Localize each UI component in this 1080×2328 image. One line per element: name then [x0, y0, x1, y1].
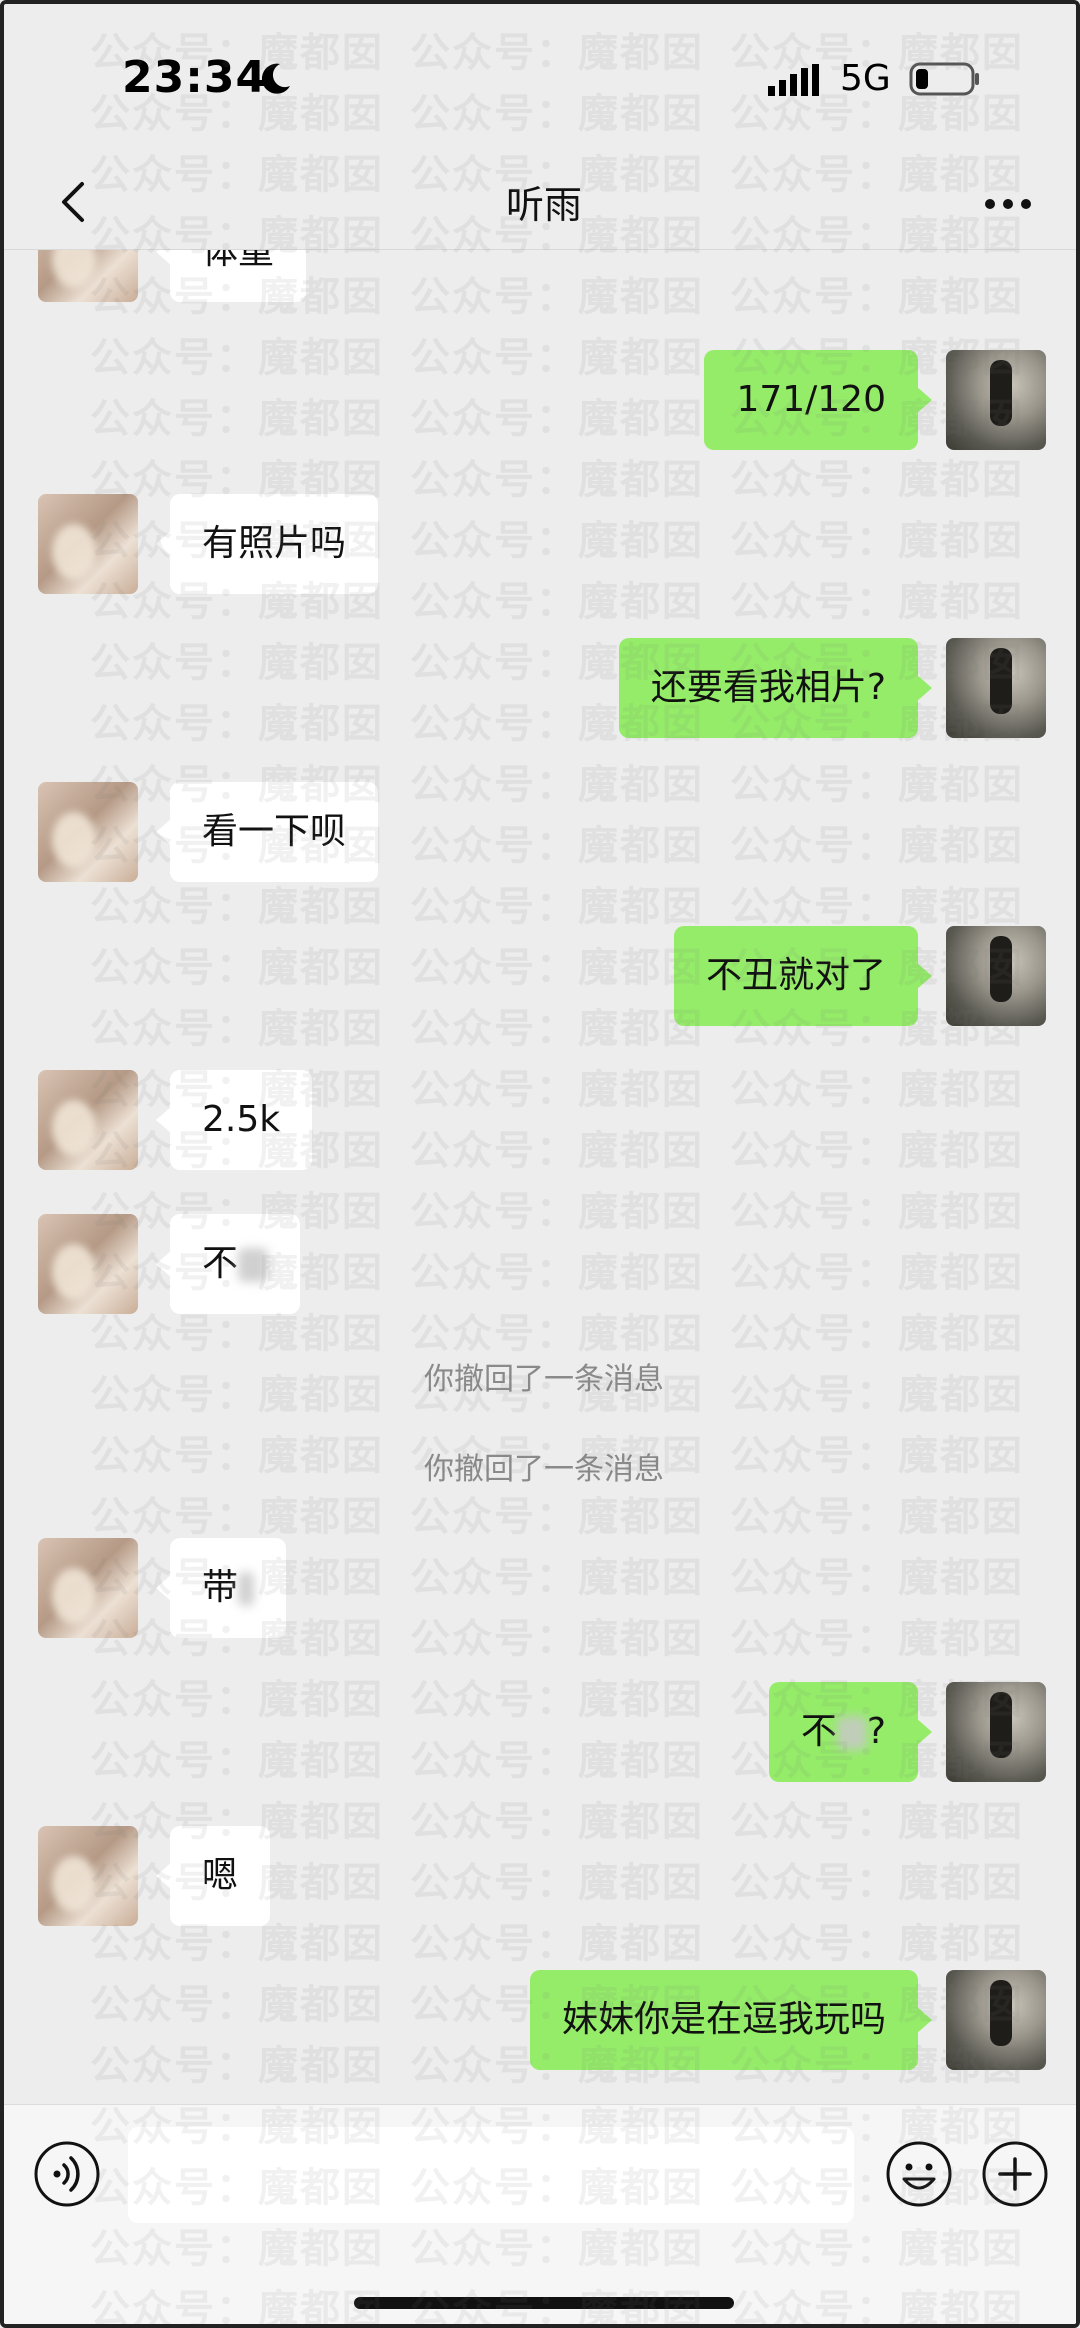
message-text: 有照片吗 [202, 523, 347, 564]
contact-avatar[interactable] [38, 494, 138, 594]
status-bar: 23:34 5G [4, 4, 1076, 154]
received-message-bubble[interactable]: 2.5k [155, 1070, 313, 1170]
received-message-bubble[interactable]: 有照片吗 [155, 494, 379, 594]
message-input[interactable] [128, 2127, 854, 2223]
chat-screen: 23:34 5G 听雨 体重 171/120 有照片吗 还要看我相片? 看一下呗… [0, 0, 1080, 2328]
battery-icon [909, 62, 979, 96]
status-time: 23:34 [122, 52, 268, 103]
voice-icon[interactable] [32, 2139, 102, 2209]
my-avatar[interactable] [946, 638, 1046, 738]
message-text: 妹妹你是在逗我玩吗 [561, 1999, 886, 2040]
message-list[interactable]: 体重 171/120 有照片吗 还要看我相片? 看一下呗 不丑就对了 2.5k … [4, 250, 1076, 2104]
sent-message-bubble[interactable]: 不? [768, 1682, 933, 1782]
sent-message-bubble[interactable]: 妹妹你是在逗我玩吗 [529, 1970, 933, 2070]
contact-avatar[interactable] [38, 250, 138, 302]
recall-notice: 你撤回了一条消息 [424, 1452, 664, 1487]
input-bar [4, 2104, 1076, 2324]
my-avatar[interactable] [946, 350, 1046, 450]
contact-avatar[interactable] [38, 1826, 138, 1926]
received-message-bubble[interactable]: 体重 [155, 250, 307, 302]
sent-message-bubble[interactable]: 不丑就对了 [673, 926, 933, 1026]
received-message-bubble[interactable]: 看一下呗 [155, 782, 379, 882]
contact-avatar[interactable] [38, 1214, 138, 1314]
network-label: 5G [840, 58, 891, 99]
message-text-suffix: ? [866, 1711, 886, 1752]
received-message-bubble[interactable]: 带 [155, 1538, 287, 1638]
received-message-bubble[interactable]: 不 [155, 1214, 301, 1314]
message-text: 体重 [202, 250, 275, 272]
plus-icon[interactable] [980, 2139, 1050, 2209]
contact-avatar[interactable] [38, 782, 138, 882]
message-text: 嗯 [202, 1855, 239, 1896]
sent-message-bubble[interactable]: 还要看我相片? [618, 638, 933, 738]
message-text: 带 [202, 1567, 239, 1608]
blurred-text [836, 1716, 867, 1750]
message-text: 不丑就对了 [705, 955, 886, 996]
message-text: 不 [800, 1711, 837, 1752]
received-message-bubble[interactable]: 嗯 [155, 1826, 271, 1926]
blurred-text [238, 1572, 255, 1606]
more-dots-icon[interactable] [976, 176, 1040, 232]
chat-title: 听雨 [505, 183, 582, 227]
home-indicator[interactable] [354, 2297, 734, 2309]
message-text: 看一下呗 [202, 811, 347, 852]
my-avatar[interactable] [946, 1970, 1046, 2070]
message-text: 2.5k [202, 1099, 281, 1140]
moon-icon [261, 63, 290, 94]
my-avatar[interactable] [946, 926, 1046, 1026]
recall-notice: 你撤回了一条消息 [424, 1362, 664, 1397]
emoji-icon[interactable] [884, 2139, 954, 2209]
contact-avatar[interactable] [38, 1070, 138, 1170]
message-text: 还要看我相片? [650, 667, 886, 708]
message-text: 不 [202, 1243, 239, 1284]
message-text: 171/120 [736, 379, 886, 420]
sent-message-bubble[interactable]: 171/120 [704, 350, 932, 450]
contact-avatar[interactable] [38, 1538, 138, 1638]
blurred-text [238, 1248, 269, 1282]
signal-icon [768, 64, 819, 96]
nav-bar: 听雨 [4, 154, 1076, 250]
my-avatar[interactable] [946, 1682, 1046, 1782]
